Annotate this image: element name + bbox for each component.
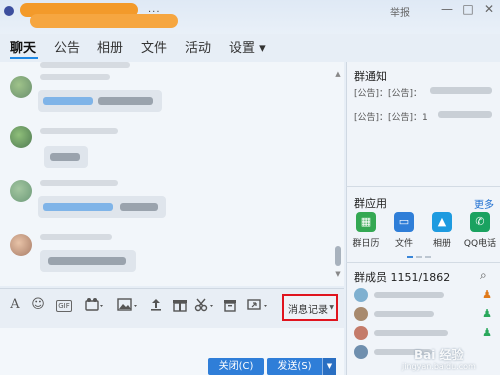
divider xyxy=(346,186,500,187)
app-files[interactable]: ▭ 文件 xyxy=(384,212,424,249)
screen-share-icon[interactable] xyxy=(246,296,270,314)
tab-announcement[interactable]: 公告 xyxy=(54,37,80,56)
blurred-member-name xyxy=(374,311,434,317)
message-meta xyxy=(40,180,118,186)
app-label: QQ电话 xyxy=(463,239,497,249)
sender-avatar xyxy=(10,126,32,148)
message-meta xyxy=(40,234,112,240)
app-album[interactable]: ▲ 相册 xyxy=(422,212,462,249)
message-bubble xyxy=(38,90,162,112)
photo-icon: ▲ xyxy=(432,212,452,232)
gift-icon[interactable] xyxy=(172,296,188,314)
close-icon[interactable]: ✕ xyxy=(482,2,496,16)
gif-icon[interactable]: GIF xyxy=(56,300,72,312)
member-row[interactable]: ♟ xyxy=(350,286,496,304)
divider xyxy=(346,262,500,263)
active-tab-indicator xyxy=(10,57,38,59)
title-bar: ... 举报 — □ ✕ xyxy=(0,0,500,34)
minimize-icon[interactable]: — xyxy=(440,2,454,16)
magic-emoji-icon[interactable] xyxy=(84,296,106,314)
avatar xyxy=(354,345,368,359)
scroll-up-icon[interactable]: ▲ xyxy=(334,70,342,78)
message-bubble xyxy=(40,250,136,272)
apps-title: 群应用 xyxy=(354,197,387,210)
avatar xyxy=(354,326,368,340)
notice-title: 群通知 xyxy=(354,70,387,83)
app-label: 群日历 xyxy=(352,239,380,249)
scroll-down-icon[interactable]: ▼ xyxy=(334,270,342,278)
archive-icon[interactable] xyxy=(222,296,238,314)
tab-settings[interactable]: 设置 ▾ xyxy=(229,37,266,56)
search-icon[interactable]: ⌕ xyxy=(480,268,487,283)
tab-bar: 聊天 公告 相册 文件 活动 设置 ▾ xyxy=(0,34,500,60)
blurred-member-name xyxy=(374,330,448,336)
member-row[interactable]: ♟ xyxy=(350,305,496,323)
group-avatar xyxy=(4,6,14,16)
message-history-button[interactable]: 消息记录 ▼ xyxy=(282,294,338,321)
sender-avatar xyxy=(10,180,32,202)
upload-icon[interactable] xyxy=(148,296,164,314)
members-title: 群成员 1151/1862 xyxy=(354,271,451,284)
scissors-icon[interactable] xyxy=(194,296,216,314)
blurred-notice-text xyxy=(430,87,492,94)
calendar-icon: ▦ xyxy=(356,212,376,232)
chevron-down-icon: ▼ xyxy=(329,304,334,311)
scroll-thumb[interactable] xyxy=(335,246,341,266)
tab-album[interactable]: 相册 xyxy=(97,37,123,56)
message-meta xyxy=(40,74,110,80)
member-row[interactable]: ♟ xyxy=(350,324,496,342)
emoji-icon[interactable]: ☺ xyxy=(30,296,46,314)
app-calendar[interactable]: ▦ 群日历 xyxy=(346,212,386,249)
image-icon[interactable] xyxy=(116,296,140,314)
admin-badge-icon: ♟ xyxy=(482,307,492,320)
avatar xyxy=(354,288,368,302)
watermark-url: jingyan.baidu.com xyxy=(402,362,476,371)
page-dot[interactable] xyxy=(425,256,431,258)
tab-files[interactable]: 文件 xyxy=(141,37,167,56)
apps-more-link[interactable]: 更多 xyxy=(474,196,494,211)
sender-avatar xyxy=(10,234,32,256)
send-options-icon[interactable]: ▼ xyxy=(322,358,336,375)
sender-avatar xyxy=(10,76,32,98)
admin-badge-icon: ♟ xyxy=(482,326,492,339)
font-icon[interactable]: A xyxy=(8,296,22,314)
message-meta xyxy=(40,62,130,68)
page-dot[interactable] xyxy=(407,256,413,258)
maximize-icon[interactable]: □ xyxy=(461,2,475,16)
send-button[interactable]: 发送(S) xyxy=(267,358,322,375)
avatar xyxy=(354,307,368,321)
message-meta xyxy=(40,128,118,134)
folder-icon: ▭ xyxy=(394,212,414,232)
title-ellipsis: ... xyxy=(148,4,161,15)
message-bubble xyxy=(38,196,166,218)
message-bubble xyxy=(44,146,88,168)
app-label: 相册 xyxy=(432,239,451,249)
close-button[interactable]: 关闭(C) xyxy=(208,358,264,375)
message-history-label: 消息记录 xyxy=(288,305,328,316)
phone-icon: ✆ xyxy=(470,212,490,232)
page-dot[interactable] xyxy=(416,256,422,258)
blurred-member-name xyxy=(374,292,444,298)
notice-line[interactable]: [公告]：[公告]： xyxy=(354,86,422,99)
report-link[interactable]: 举报 xyxy=(390,4,410,19)
owner-badge-icon: ♟ xyxy=(482,288,492,301)
app-label: 文件 xyxy=(394,239,413,249)
blurred-notice-text xyxy=(438,111,492,118)
chat-scrollbar[interactable]: ▲ ▼ xyxy=(334,70,342,278)
blurred-group-name-2 xyxy=(30,14,178,28)
app-qq-phone[interactable]: ✆ QQ电话 xyxy=(460,212,500,249)
chat-message-area[interactable] xyxy=(0,62,344,286)
tab-chat[interactable]: 聊天 xyxy=(10,37,36,56)
tab-activity[interactable]: 活动 xyxy=(185,37,211,56)
watermark-logo: Bai 经验 xyxy=(414,348,464,362)
notice-line[interactable]: [公告]：[公告]：1 xyxy=(354,110,428,123)
